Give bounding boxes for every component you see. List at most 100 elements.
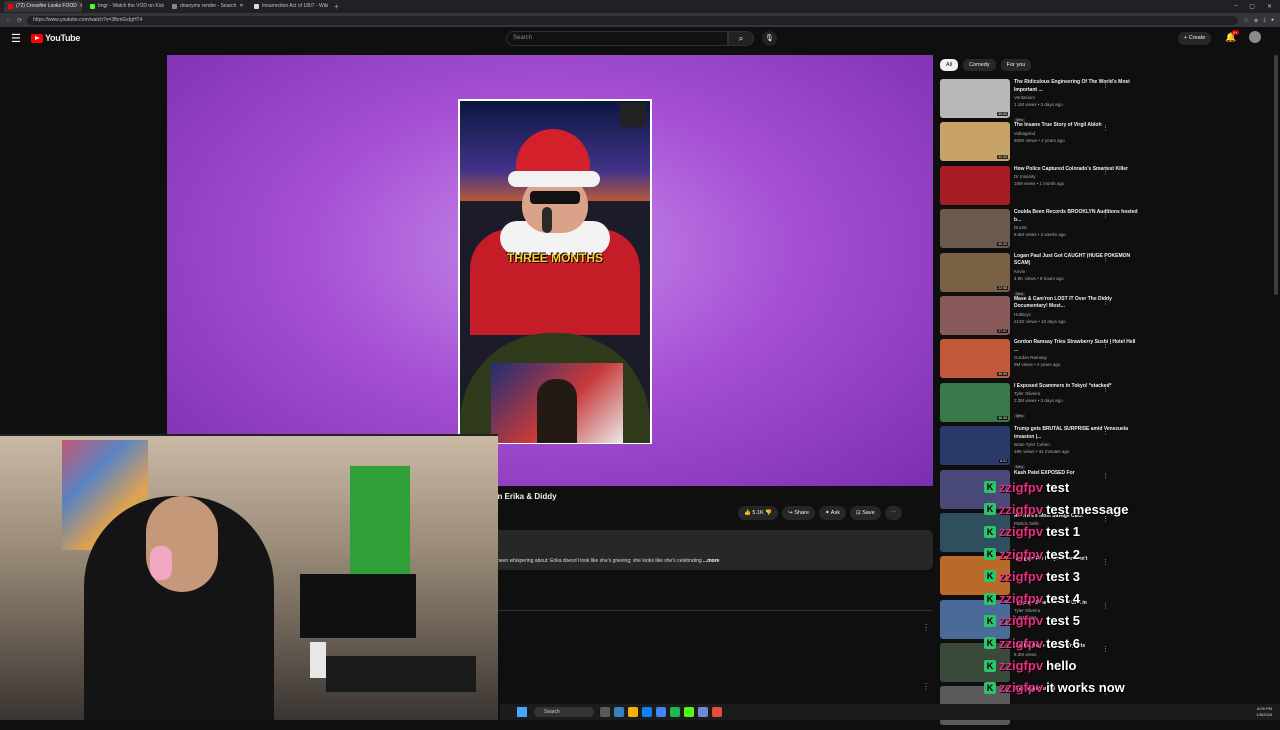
create-button[interactable]: + Create	[1178, 32, 1212, 45]
windows-start-icon[interactable]	[517, 707, 527, 717]
more-vertical-icon[interactable]: ⋮	[1102, 124, 1109, 132]
obs-icon[interactable]	[712, 707, 722, 717]
video-title[interactable]: How Police Captured Colorado's Smartest …	[1014, 166, 1140, 174]
recommended-video[interactable]: How Police Captured Colorado's Smartest …	[940, 165, 1140, 209]
chrome-icon[interactable]	[656, 707, 666, 717]
video-title[interactable]: The Ridiculous Engineering Of The World'…	[1014, 79, 1140, 94]
recommended-video[interactable]: 32:20 The Insane True Story of Virgil Abl…	[940, 122, 1140, 165]
more-actions-button[interactable]: ⋯	[884, 506, 903, 520]
channel-name[interactable]: Druski	[1014, 224, 1140, 231]
channel-name[interactable]: Volkagrind	[1014, 130, 1140, 137]
recommended-video[interactable]: 22:58 Logan Paul Just Got CAUGHT (HUGE PO…	[940, 252, 1140, 296]
more-vertical-icon[interactable]: ⋮	[1102, 211, 1109, 219]
youtube-logo[interactable]: YouTube	[31, 33, 80, 43]
video-thumbnail[interactable]: 27:37	[940, 295, 1010, 335]
taskbar-search[interactable]: Search	[534, 707, 594, 717]
chat-message: Kzzigfpv test 4	[984, 587, 1184, 609]
video-player[interactable]: THREE MONTHS	[167, 55, 933, 486]
spotify-icon[interactable]	[670, 707, 680, 717]
browser-tab-3[interactable]: Insurrection Act of 1807 - Wikipe✕	[250, 1, 328, 12]
close-tab-icon[interactable]: ✕	[239, 1, 243, 12]
taskbar: Search 8:09 PM 1/5/2026	[500, 704, 1280, 720]
more-vertical-icon[interactable]: ⋮	[1102, 168, 1109, 176]
more-vertical-icon[interactable]: ⋮	[1102, 255, 1109, 263]
search-input[interactable]: Search	[506, 31, 728, 46]
more-vertical-icon[interactable]: ⋮	[1102, 428, 1109, 436]
profile-icon[interactable]: ●	[1271, 17, 1274, 23]
share-button[interactable]: ↪ Share	[782, 506, 815, 520]
search-button[interactable]: ⌕	[728, 31, 754, 46]
close-window-icon[interactable]: ✕	[1267, 3, 1272, 10]
recommended-video[interactable]: 30:00 The Ridiculous Engineering Of The W…	[940, 79, 1140, 122]
browser-tab-0[interactable]: (72) Crossfire Looks FOOD ✕	[4, 1, 82, 12]
video-thumbnail[interactable]: 30:00	[940, 79, 1010, 118]
reload-icon[interactable]: ⟳	[17, 17, 22, 24]
browser-tab-1[interactable]: Imgr - Watch the VOD on Kick✕	[86, 1, 164, 12]
more-vertical-icon[interactable]: ⋮	[922, 682, 930, 691]
video-thumbnail[interactable]	[940, 165, 1010, 205]
recommended-video[interactable]: 40:20 Coulda Been Records BROOKLYN Auditi…	[940, 209, 1140, 252]
save-button[interactable]: ⊡ Save	[849, 506, 881, 520]
channel-name[interactable]: Gordon Ramsay	[1014, 354, 1140, 361]
video-title[interactable]: I Exposed Scammers in Tokyo! *stacked*	[1014, 383, 1140, 391]
channel-name[interactable]: Tyler Oliveira	[1014, 390, 1140, 397]
kick-badge-icon: K	[984, 570, 996, 583]
more-link[interactable]: ...more	[703, 558, 719, 564]
recommended-video[interactable]: 39:39 Gordon Ramsay Tries Strawberry Sush…	[940, 339, 1140, 382]
browser-tab-2[interactable]: dnanyms render - Search ✕	[168, 1, 246, 12]
chip-comedy[interactable]: Comedy	[963, 59, 996, 71]
kick-icon[interactable]	[684, 707, 694, 717]
bookmark-icon[interactable]: ☆	[1243, 17, 1248, 24]
url-field[interactable]: https://www.youtube.com/watch?v=3fbmGsIg…	[27, 15, 1239, 25]
chip-for-you[interactable]: For you	[1000, 59, 1032, 71]
explorer-icon[interactable]	[614, 707, 624, 717]
more-vertical-icon[interactable]: ⋮	[1102, 385, 1109, 393]
more-vertical-icon[interactable]: ⋮	[1102, 298, 1109, 306]
menu-icon[interactable]: ☰	[11, 32, 21, 45]
channel-name[interactable]: Veritasium	[1014, 94, 1140, 101]
folder-icon[interactable]	[628, 707, 638, 717]
task-view-icon[interactable]	[600, 707, 610, 717]
back-icon[interactable]: ←	[6, 17, 12, 23]
close-tab-icon[interactable]: ✕	[80, 1, 82, 12]
recommended-video[interactable]: 27:37 Mase & Cam'ron LOST IT Over The Did…	[940, 295, 1140, 339]
video-thumbnail[interactable]: 39:39	[940, 339, 1010, 379]
chip-all[interactable]: All	[940, 59, 959, 71]
ask-button[interactable]: ✦ Ask	[818, 506, 846, 520]
edge-icon[interactable]	[642, 707, 652, 717]
video-thumbnail[interactable]: 32:20	[940, 122, 1010, 162]
thumbs-down-icon[interactable]: 👎	[765, 510, 772, 516]
minimize-icon[interactable]: –	[1234, 3, 1237, 10]
video-title[interactable]: The Insane True Story of Virgil Abloh	[1014, 122, 1140, 130]
video-title[interactable]: Mase & Cam'ron LOST IT Over The Diddy Do…	[1014, 296, 1140, 311]
video-title[interactable]: Coulda Been Records BROOKLYN Auditions h…	[1014, 209, 1140, 224]
more-vertical-icon[interactable]: ⋮	[922, 623, 930, 632]
extension-icon[interactable]: ◈	[1254, 17, 1259, 24]
more-vertical-icon[interactable]: ⋮	[1102, 341, 1109, 349]
recommended-video[interactable]: 46:36 I Exposed Scammers in Tokyo! *stack…	[940, 382, 1140, 426]
description-box[interactable]: been whispering about: Erika doesn't loo…	[493, 530, 933, 570]
video-title[interactable]: Trump gets BRUTAL SURPRISE amid Venezuel…	[1014, 426, 1140, 441]
video-thumbnail[interactable]: 40:20	[940, 209, 1010, 249]
channel-name[interactable]: Brian Tyler Cohen	[1014, 441, 1140, 448]
discord-icon[interactable]	[698, 707, 708, 717]
more-vertical-icon[interactable]: ⋮	[1102, 81, 1109, 89]
maximize-icon[interactable]: ▢	[1249, 3, 1255, 10]
channel-name[interactable]: Dr Insanity	[1014, 173, 1140, 180]
video-thumbnail[interactable]: 22:58	[940, 252, 1010, 292]
channel-name[interactable]: HotBoyz	[1014, 311, 1140, 318]
voice-search-button[interactable]: 🎙	[762, 31, 777, 46]
like-button[interactable]: 👍 5.1K 👎	[738, 506, 779, 520]
scrollbar[interactable]	[1274, 55, 1278, 295]
video-title[interactable]: Gordon Ramsay Tries Strawberry Sushi | H…	[1014, 339, 1140, 354]
video-thumbnail[interactable]: 8:21	[940, 426, 1010, 466]
video-title[interactable]: Logan Paul Just Got CAUGHT (HUGE POKEMON…	[1014, 253, 1140, 268]
view-stats: 4.9K views • 8 hours ago	[1014, 275, 1064, 281]
recommended-video[interactable]: 8:21 Trump gets BRUTAL SURPRISE amid Vene…	[940, 426, 1140, 470]
clock[interactable]: 8:09 PM 1/5/2026	[1256, 706, 1272, 717]
avatar[interactable]	[1249, 31, 1261, 43]
download-icon[interactable]: ⤓	[1263, 17, 1266, 24]
video-thumbnail[interactable]: 46:36	[940, 382, 1010, 422]
new-tab-icon[interactable]: +	[334, 2, 339, 11]
channel-name[interactable]: Kevin	[1014, 268, 1140, 275]
